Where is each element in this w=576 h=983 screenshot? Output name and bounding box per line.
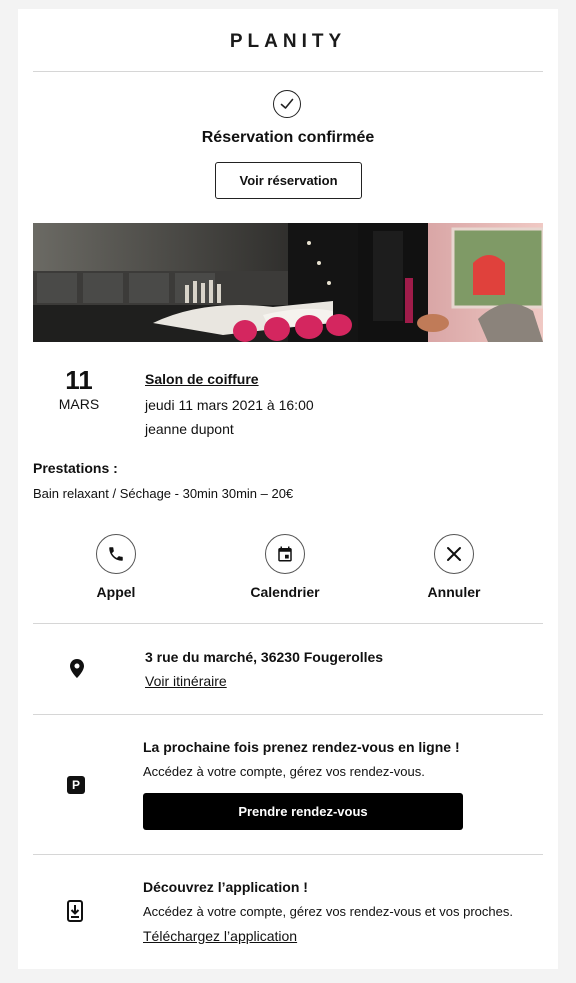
cancel-action[interactable]: Annuler <box>404 534 504 600</box>
cancel-label: Annuler <box>427 584 481 600</box>
divider <box>33 854 543 855</box>
directions-link[interactable]: Voir itinéraire <box>145 673 227 689</box>
divider <box>33 623 543 624</box>
planity-p-icon: P <box>67 776 85 794</box>
app-subtitle: Accédez à votre compte, gérez vos rendez… <box>143 904 513 919</box>
appointment-day: 11 <box>65 365 93 395</box>
divider <box>33 714 543 715</box>
promo-subtitle: Accédez à votre compte, gérez vos rendez… <box>143 764 425 779</box>
client-name: jeanne dupont <box>145 421 234 437</box>
call-action[interactable]: Appel <box>66 534 166 600</box>
service-item: Bain relaxant / Séchage - 30min 30min – … <box>33 486 294 501</box>
calendar-icon[interactable] <box>265 534 305 574</box>
location-pin-icon <box>70 659 84 683</box>
salon-name-link[interactable]: Salon de coiffure <box>145 371 259 387</box>
call-label: Appel <box>96 584 136 600</box>
services-title: Prestations : <box>33 460 118 476</box>
calendar-action[interactable]: Calendrier <box>235 534 335 600</box>
promo-title: La prochaine fois prenez rendez-vous en … <box>143 739 460 755</box>
appointment-datetime: jeudi 11 mars 2021 à 16:00 <box>145 397 314 413</box>
view-reservation-button[interactable]: Voir réservation <box>215 162 362 199</box>
salon-photo <box>33 223 543 342</box>
appointment-month: MARS <box>58 396 100 412</box>
book-appointment-button[interactable]: Prendre rendez-vous <box>143 793 463 830</box>
planity-logo: PLANITY <box>229 31 347 52</box>
calendar-label: Calendrier <box>250 584 320 600</box>
email-card: PLANITY Réservation confirmée Voir réser… <box>18 9 558 969</box>
close-icon[interactable] <box>434 534 474 574</box>
divider <box>33 71 543 72</box>
app-title: Découvrez l’application ! <box>143 879 308 895</box>
check-circle-icon <box>273 90 301 118</box>
phone-download-icon <box>67 900 83 927</box>
download-app-link[interactable]: Téléchargez l’application <box>143 928 297 944</box>
confirmation-title: Réservation confirmée <box>201 129 375 146</box>
phone-icon[interactable] <box>96 534 136 574</box>
salon-address: 3 rue du marché, 36230 Fougerolles <box>145 649 384 665</box>
